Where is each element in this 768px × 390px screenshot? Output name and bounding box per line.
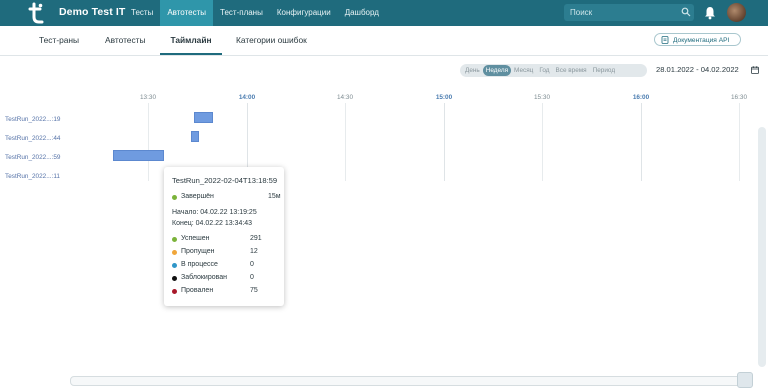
sub-navigation: Тест-раны Автотесты Таймлайн Категории о… — [0, 26, 768, 56]
grid-line — [345, 103, 346, 181]
nav-configurations[interactable]: Конфигурации — [270, 0, 338, 26]
tooltip-title: TestRun_2022-02-04T13:18:59 — [172, 176, 278, 185]
time-tick: 16:30 — [731, 94, 747, 101]
stat-label: Провален — [181, 287, 214, 294]
app-logo[interactable] — [26, 2, 46, 24]
time-tick: 14:30 — [337, 94, 353, 101]
search-input[interactable] — [564, 4, 682, 21]
nav-tests[interactable]: Тесты — [124, 0, 160, 26]
stat-row: Пропущен 12 — [172, 248, 280, 258]
stat-value: 0 — [250, 261, 254, 268]
grid-line — [739, 103, 740, 181]
document-icon — [661, 36, 669, 44]
tooltip-duration: 15м — [268, 193, 281, 200]
grid-line — [641, 103, 642, 181]
run-label[interactable]: TestRun_2022...:59 — [5, 154, 60, 161]
run-bar[interactable] — [113, 150, 164, 161]
date-range[interactable]: 28.01.2022 - 04.02.2022 — [656, 65, 739, 74]
run-label[interactable]: TestRun_2022...:44 — [5, 135, 60, 142]
period-day[interactable]: День — [462, 65, 483, 76]
stat-dot-icon — [172, 276, 177, 281]
stat-value: 12 — [250, 248, 258, 255]
grid-line — [148, 103, 149, 181]
top-navigation-bar: Demo Test IT Тесты Автотесты Тест-планы … — [0, 0, 768, 26]
period-year[interactable]: Год — [536, 65, 552, 76]
time-tick: 13:30 — [140, 94, 156, 101]
tooltip-status-row: Завершён 15м — [172, 193, 281, 203]
run-bar[interactable] — [191, 131, 199, 142]
vertical-scrollbar[interactable] — [758, 127, 766, 367]
tooltip-end: Конец: 04.02.22 13:34:43 — [172, 220, 253, 227]
stat-row: Провален 75 — [172, 287, 280, 297]
run-label[interactable]: TestRun_2022...:19 — [5, 116, 60, 123]
stat-row: Успешен 291 — [172, 235, 280, 245]
run-tooltip: TestRun_2022-02-04T13:18:59 Завершён 15м… — [164, 167, 284, 306]
horizontal-scrollbar[interactable] — [70, 376, 753, 386]
project-name[interactable]: Demo Test IT — [59, 6, 125, 18]
run-label[interactable]: TestRun_2022...:11 — [5, 173, 60, 180]
status-dot-icon — [172, 195, 177, 200]
run-bar[interactable] — [194, 112, 213, 123]
stat-row: В процессе 0 — [172, 261, 280, 271]
tooltip-status: Завершён — [181, 193, 214, 200]
period-all-time[interactable]: Все время — [553, 65, 590, 76]
search-box — [564, 4, 694, 21]
nav-test-plans[interactable]: Тест-планы — [213, 0, 270, 26]
tab-autotests[interactable]: Автотесты — [105, 26, 146, 55]
stat-label: Заблокирован — [181, 274, 228, 281]
tab-error-categories[interactable]: Категории ошибок — [236, 26, 307, 55]
scrollbar-handle[interactable] — [737, 372, 753, 388]
stat-value: 75 — [250, 287, 258, 294]
stat-dot-icon — [172, 289, 177, 294]
grid-line — [542, 103, 543, 181]
stat-label: В процессе — [181, 261, 218, 268]
api-docs-button[interactable]: Документация API — [654, 33, 741, 46]
stat-value: 291 — [250, 235, 262, 242]
main-nav: Тесты Автотесты Тест-планы Конфигурации … — [124, 0, 386, 26]
stat-dot-icon — [172, 263, 177, 268]
time-tick: 16:00 — [632, 94, 650, 101]
period-week[interactable]: Неделя — [482, 65, 512, 76]
stat-dot-icon — [172, 250, 177, 255]
period-custom[interactable]: Период — [590, 65, 618, 76]
api-docs-label: Документация API — [673, 37, 730, 44]
stat-value: 0 — [250, 274, 254, 281]
tooltip-start: Начало: 04.02.22 13:19:25 — [172, 209, 257, 216]
time-tick: 15:00 — [435, 94, 453, 101]
stat-label: Успешен — [181, 235, 210, 242]
period-month[interactable]: Месяц — [511, 65, 536, 76]
time-tick: 14:00 — [238, 94, 256, 101]
stat-dot-icon — [172, 237, 177, 242]
nav-autotests[interactable]: Автотесты — [160, 0, 214, 26]
bell-icon[interactable] — [704, 6, 716, 20]
stat-row: Заблокирован 0 — [172, 274, 280, 284]
search-icon[interactable] — [681, 7, 691, 17]
tab-timeline[interactable]: Таймлайн — [160, 26, 222, 55]
calendar-icon[interactable] — [751, 66, 759, 74]
time-tick: 15:30 — [534, 94, 550, 101]
tab-test-runs[interactable]: Тест-раны — [39, 26, 79, 55]
stat-label: Пропущен — [181, 248, 215, 255]
user-avatar[interactable] — [727, 3, 746, 22]
grid-line — [444, 103, 445, 181]
nav-dashboard[interactable]: Дашборд — [338, 0, 386, 26]
period-selector: День Неделя Месяц Год Все время Период — [460, 64, 647, 77]
